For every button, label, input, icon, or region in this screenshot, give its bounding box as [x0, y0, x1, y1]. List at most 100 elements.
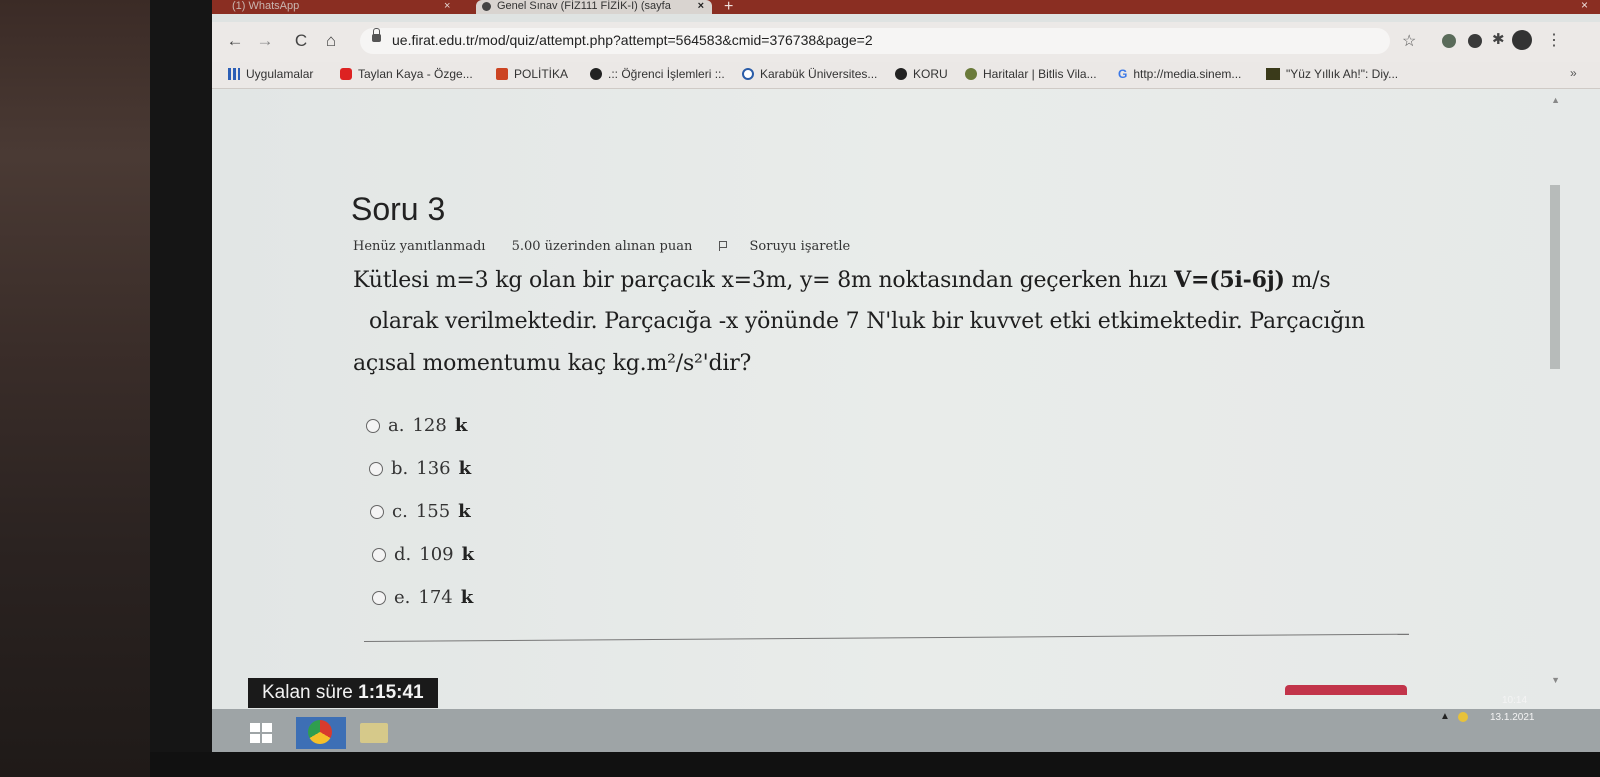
radio-button[interactable]	[369, 461, 383, 476]
extension-icon[interactable]	[1442, 34, 1456, 48]
bookmark-label: http://media.sinem...	[1133, 67, 1242, 81]
bookmark-yuz-yillik[interactable]: "Yüz Yıllık Ah!": Diy...	[1266, 67, 1398, 81]
monitor-bezel-bottom	[150, 752, 1600, 777]
option-letter: d.	[394, 544, 412, 565]
url-text[interactable]: ue.firat.edu.tr/mod/quiz/attempt.php?att…	[392, 32, 873, 48]
site-icon	[895, 68, 907, 80]
tab-quiz[interactable]: Genel Sınav (FİZ111 FİZİK-I) (sayfa ×	[476, 0, 712, 14]
bookmark-label: KORU	[913, 67, 948, 81]
bookmark-haritalar[interactable]: Haritalar | Bitlis Vila...	[965, 67, 1097, 81]
bookmark-star-icon[interactable]: ☆	[1402, 31, 1416, 51]
screen: (1) WhatsApp × Genel Sınav (FİZ111 FİZİK…	[212, 0, 1600, 752]
bookmark-label: .:: Öğrenci İşlemleri ::.	[608, 67, 725, 81]
answer-option-a[interactable]: a. 128 k	[366, 415, 467, 436]
chrome-taskbar-icon[interactable]	[296, 717, 346, 749]
bookmark-politika[interactable]: POLİTİKA	[496, 67, 568, 81]
radio-button[interactable]	[372, 547, 386, 562]
question-text: Kütlesi m=3 kg olan bir parçacık x=3m, y…	[353, 268, 1175, 293]
tab-quiz-close-icon[interactable]: ×	[698, 0, 704, 12]
option-letter: c.	[392, 501, 408, 522]
option-unit: k	[461, 544, 475, 565]
question-text: m/s	[1284, 268, 1331, 293]
home-icon[interactable]: ⌂	[320, 30, 342, 52]
flag-question-link[interactable]: Soruyu işaretle	[718, 239, 873, 254]
flag-label: Soruyu işaretle	[749, 239, 851, 254]
r-logo-icon	[496, 68, 508, 80]
tray-app-icon[interactable]	[1458, 712, 1468, 722]
bookmark-koru[interactable]: KORU	[895, 67, 948, 81]
windows-start-icon[interactable]	[250, 723, 272, 743]
option-letter: a.	[388, 415, 405, 436]
option-value: 174	[418, 587, 453, 608]
site-icon	[1266, 68, 1280, 80]
timer-value: 1:15:41	[358, 682, 424, 703]
tab-strip: (1) WhatsApp × Genel Sınav (FİZ111 FİZİK…	[212, 0, 1600, 16]
option-value: 155	[415, 501, 451, 522]
new-tab-icon[interactable]: +	[724, 0, 733, 16]
tab-whatsapp[interactable]: (1) WhatsApp	[232, 0, 462, 14]
quiz-page: ▲ ▼ Soru 3 Henüz yanıtlanmadı 5.00 üzeri…	[212, 89, 1600, 752]
bookmark-label: "Yüz Yıllık Ah!": Diy...	[1286, 67, 1399, 81]
answer-option-d[interactable]: d. 109 k	[372, 544, 474, 565]
file-explorer-icon[interactable]	[360, 723, 388, 743]
option-unit: k	[458, 458, 472, 479]
option-value: 109	[419, 544, 454, 565]
bookmark-label: Karabük Üniversites...	[760, 67, 878, 81]
radio-button[interactable]	[366, 418, 380, 433]
scroll-up-icon[interactable]: ▲	[1551, 95, 1560, 105]
forward-arrow-icon[interactable]: →	[254, 30, 276, 52]
bookmark-youtube[interactable]: Taylan Kaya - Özge...	[340, 67, 473, 81]
youtube-icon	[340, 68, 352, 80]
bookmark-media[interactable]: Ghttp://media.sinem...	[1118, 67, 1241, 81]
bookmark-label: Uygulamalar	[246, 67, 314, 81]
back-arrow-icon[interactable]: ←	[224, 30, 246, 52]
answer-option-c[interactable]: c. 155 k	[370, 501, 471, 522]
option-unit: k	[460, 587, 474, 608]
browser-menu-icon[interactable]: ⋮	[1546, 30, 1562, 50]
profile-avatar-icon[interactable]	[1512, 30, 1532, 50]
scroll-down-icon[interactable]: ▼	[1551, 675, 1560, 685]
reload-icon[interactable]: C	[290, 30, 312, 52]
bookmark-label: Haritalar | Bitlis Vila...	[983, 67, 1097, 81]
question-text-line: olarak verilmektedir. Parçacığa -x yönün…	[369, 309, 1365, 334]
question-points: 5.00 üzerinden alınan puan	[511, 239, 693, 254]
question-title: Soru 3	[351, 191, 446, 227]
flag-icon	[718, 241, 728, 251]
bookmarks-bar: Uygulamalar Taylan Kaya - Özge... POLİTİ…	[212, 62, 1600, 89]
window-close-icon[interactable]: ×	[1581, 0, 1588, 12]
radio-button[interactable]	[370, 504, 384, 519]
radio-button[interactable]	[372, 590, 386, 605]
bookmarks-overflow-icon[interactable]: »	[1570, 66, 1577, 80]
bookmark-label: POLİTİKA	[514, 67, 569, 81]
moodle-favicon-icon	[482, 1, 491, 11]
tab-quiz-label: Genel Sınav (FİZ111 FİZİK-I) (sayfa	[497, 0, 671, 12]
lock-icon[interactable]	[372, 28, 381, 42]
timer-label: Kalan süre	[262, 682, 359, 703]
tab-whatsapp-close-icon[interactable]: ×	[444, 0, 450, 12]
tray-chevron-icon[interactable]: ▲	[1440, 711, 1450, 722]
bookmark-apps[interactable]: Uygulamalar	[228, 67, 313, 81]
site-icon	[965, 68, 977, 80]
bookmark-label: Taylan Kaya - Özge...	[358, 67, 473, 81]
question-velocity: V=(5i-6j)	[1174, 267, 1285, 293]
bookmark-ogrenci-islemleri[interactable]: .:: Öğrenci İşlemleri ::.	[590, 67, 725, 81]
answer-option-b[interactable]: b. 136 k	[369, 458, 471, 479]
scrollbar-thumb[interactable]	[1550, 185, 1560, 369]
google-g-icon: G	[1118, 67, 1128, 81]
option-letter: e.	[394, 587, 411, 608]
option-value: 128	[412, 415, 447, 436]
windows-taskbar: ▲ 10:14 13.1.2021	[212, 695, 1600, 752]
option-unit: k	[454, 415, 468, 436]
browser-toolbar: ← → C ⌂ ue.firat.edu.tr/mod/quiz/attempt…	[212, 22, 1600, 62]
clock-date[interactable]: 13.1.2021	[1490, 712, 1535, 723]
clock-time[interactable]: 10:14	[1502, 695, 1527, 706]
address-bar[interactable]: ue.firat.edu.tr/mod/quiz/attempt.php?att…	[360, 28, 1390, 54]
site-icon	[590, 68, 602, 80]
answer-option-e[interactable]: e. 174 k	[372, 587, 473, 608]
divider	[363, 633, 1409, 642]
bookmark-karabuk[interactable]: Karabük Üniversites...	[742, 67, 877, 81]
option-unit: k	[458, 501, 471, 522]
extensions-puzzle-icon[interactable]: ✱	[1492, 30, 1505, 48]
extension-icon[interactable]	[1468, 34, 1482, 48]
next-page-button[interactable]	[1285, 685, 1407, 695]
